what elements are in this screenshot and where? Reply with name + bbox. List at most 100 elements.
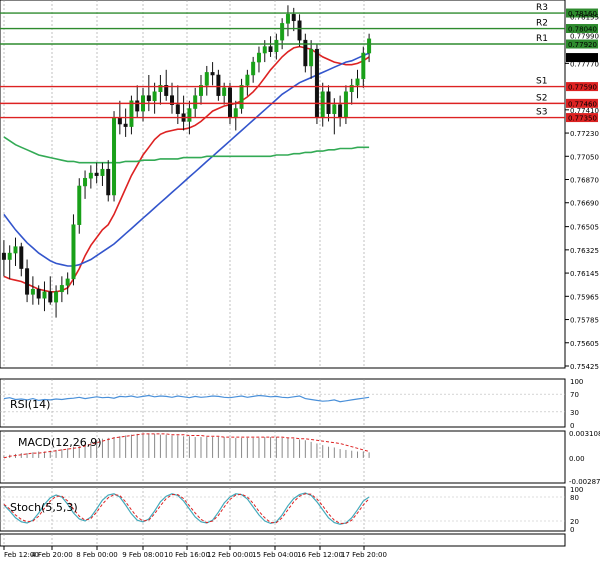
- candle-body: [251, 61, 256, 76]
- candle-body: [332, 104, 337, 114]
- candle-body: [285, 14, 290, 24]
- x-tick-label: 16 Feb 12:00: [297, 551, 343, 559]
- chart-root: R3 0.78160 R2 0.78040 R1 0.77920 S1 0.77590 S2 0.…: [0, 0, 600, 566]
- candle-body: [262, 46, 267, 54]
- candle-body: [210, 72, 215, 76]
- rsi-tick-label: 30: [570, 409, 579, 417]
- candle-body: [245, 74, 250, 86]
- candle-body: [42, 291, 47, 299]
- candle-body: [146, 95, 151, 102]
- candle-body: [77, 185, 82, 225]
- rsi-tick-label: 0: [570, 422, 574, 430]
- candle-body: [112, 117, 117, 196]
- clipped-axis-label: 0.78155: [570, 13, 599, 21]
- y-tick-label: 0.76690: [570, 200, 599, 208]
- y-tick-label: 0.77410: [570, 107, 599, 115]
- candle-body: [88, 172, 93, 179]
- candle-body: [135, 100, 140, 112]
- candle-body: [280, 23, 285, 41]
- candle-body: [320, 91, 325, 118]
- candle-body: [338, 104, 343, 118]
- level-name-s2: S2: [536, 93, 547, 103]
- level-name-s3: S3: [536, 108, 547, 118]
- candle-body: [297, 20, 302, 41]
- candle-body: [54, 291, 59, 303]
- y-tick-label: 0.76505: [570, 224, 599, 232]
- rsi-tick-label: 100: [570, 378, 583, 386]
- candle-body: [361, 52, 366, 80]
- candle-body: [367, 38, 372, 54]
- macd-label: MACD(12,26,9): [18, 436, 102, 449]
- level-name-r2: R2: [536, 19, 548, 29]
- clipped-axis-label: 0.77990: [570, 33, 599, 41]
- level-name-r1: R1: [536, 34, 548, 44]
- candle-body: [7, 252, 12, 260]
- candle-body: [30, 288, 35, 295]
- candle-body: [94, 172, 99, 176]
- level-price-label: 0.77920: [568, 41, 597, 49]
- candle-body: [48, 291, 53, 303]
- stoch-tick-label: 80: [570, 494, 579, 502]
- candle-body: [117, 117, 122, 125]
- candle-body: [1, 252, 6, 260]
- stoch-tick-label: 20: [570, 518, 579, 526]
- macd-tick-label: 0.003108: [569, 430, 600, 438]
- y-tick-label: 0.76325: [570, 247, 599, 255]
- level-name-s1: S1: [536, 77, 547, 87]
- candle-body: [309, 48, 314, 67]
- y-tick-label: 0.75425: [570, 363, 599, 371]
- x-tick-label: 9 Feb 08:00: [122, 551, 163, 559]
- candle-body: [343, 91, 348, 118]
- candle-body: [13, 246, 18, 254]
- candle-body: [59, 285, 64, 293]
- candle-body: [123, 123, 128, 127]
- candle-body: [233, 108, 238, 118]
- rsi-tick-label: 70: [570, 391, 579, 399]
- x-tick-label: 12 Feb 00:00: [207, 551, 253, 559]
- candle-body: [193, 95, 198, 109]
- x-tick-label: 10 Feb 16:00: [164, 551, 210, 559]
- chart-canvas: R30.78160R20.78040R10.77920S10.77590S20.…: [0, 0, 600, 566]
- candle-body: [106, 168, 111, 196]
- level-name-r3: R3: [536, 3, 548, 13]
- x-tick-label: 17 Feb 20:00: [341, 551, 387, 559]
- candle-body: [83, 177, 88, 187]
- candle-body: [25, 268, 30, 295]
- x-tick-label: 15 Feb 04:00: [252, 551, 298, 559]
- y-tick-label: 0.77230: [570, 130, 599, 138]
- y-tick-label: 0.75965: [570, 293, 599, 301]
- rsi-label: RSI(14): [10, 398, 50, 411]
- candle-body: [355, 78, 360, 86]
- candle-body: [291, 14, 296, 22]
- candle-body: [36, 288, 41, 299]
- candle-body: [129, 100, 134, 127]
- candle-body: [100, 168, 105, 176]
- y-tick-label: 0.76870: [570, 177, 599, 185]
- candle-body: [71, 224, 76, 280]
- macd-tick-label: 0.00: [569, 455, 585, 463]
- x-tick-label: 4 Feb 20:00: [31, 551, 72, 559]
- candle-body: [19, 246, 24, 269]
- y-tick-label: 0.75785: [570, 317, 599, 325]
- candle-body: [274, 39, 279, 53]
- candle-body: [65, 278, 70, 286]
- candle-body: [222, 87, 227, 96]
- x-tick-label: 8 Feb 00:00: [76, 551, 117, 559]
- stoch-tick-label: 0: [570, 526, 574, 534]
- level-price-label: 0.77350: [568, 115, 597, 123]
- y-tick-label: 0.76145: [570, 270, 599, 278]
- candle-body: [314, 48, 319, 118]
- candle-body: [187, 108, 192, 122]
- stoch-label: Stoch(5,5,3): [10, 501, 78, 514]
- candle-body: [268, 46, 273, 53]
- y-tick-label: 0.77050: [570, 153, 599, 161]
- macd-tick-label: -0.002874: [569, 478, 600, 486]
- current-price-label: 0.77815: [568, 55, 597, 63]
- candle-body: [239, 85, 244, 109]
- candle-body: [216, 74, 221, 96]
- candle-body: [256, 52, 261, 63]
- candle-body: [204, 72, 209, 86]
- candle-body: [175, 104, 180, 114]
- stoch-tick-label: 100: [570, 486, 583, 494]
- level-price-label: 0.77590: [568, 84, 597, 92]
